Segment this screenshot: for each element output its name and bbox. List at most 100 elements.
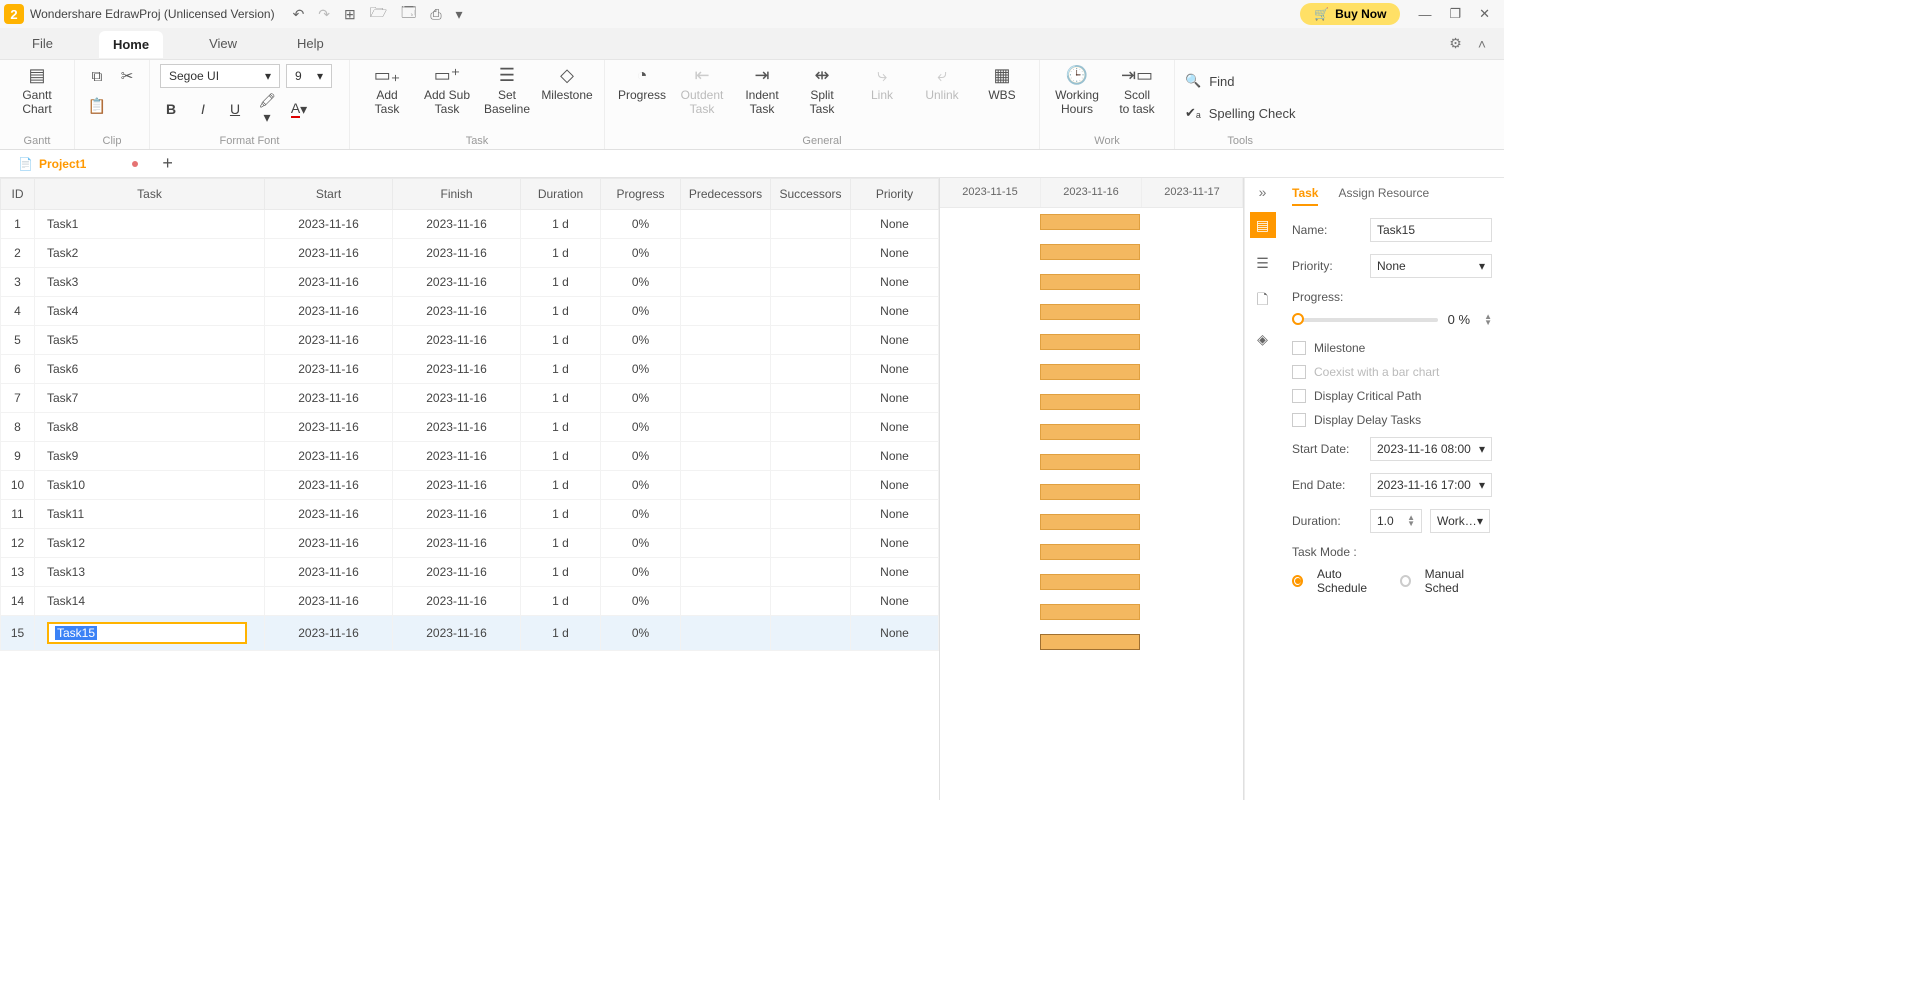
- cell-predecessors[interactable]: [681, 355, 771, 384]
- cell-progress[interactable]: 0%: [601, 500, 681, 529]
- cell-predecessors[interactable]: [681, 442, 771, 471]
- outdent-task-button[interactable]: ⇤Outdent Task: [675, 64, 729, 116]
- cell-progress[interactable]: 0%: [601, 616, 681, 651]
- gantt-bar[interactable]: [1040, 214, 1140, 230]
- cell-progress[interactable]: 0%: [601, 210, 681, 239]
- cell-duration[interactable]: 1 d: [521, 529, 601, 558]
- cell-priority[interactable]: None: [851, 558, 939, 587]
- cell-start[interactable]: 2023-11-16: [265, 587, 393, 616]
- cell-predecessors[interactable]: [681, 471, 771, 500]
- cell-successors[interactable]: [771, 210, 851, 239]
- table-row[interactable]: 11 Task11 2023-11-16 2023-11-16 1 d 0% N…: [1, 500, 939, 529]
- table-row[interactable]: 10 Task10 2023-11-16 2023-11-16 1 d 0% N…: [1, 471, 939, 500]
- cell-predecessors[interactable]: [681, 268, 771, 297]
- cell-id[interactable]: 6: [1, 355, 35, 384]
- cell-duration[interactable]: 1 d: [521, 442, 601, 471]
- cell-priority[interactable]: None: [851, 384, 939, 413]
- cell-successors[interactable]: [771, 558, 851, 587]
- cell-priority[interactable]: None: [851, 326, 939, 355]
- redo-button[interactable]: ↷: [318, 2, 330, 26]
- gantt-bar[interactable]: [1040, 244, 1140, 260]
- cell-task-name[interactable]: Task8: [35, 413, 265, 442]
- cell-progress[interactable]: 0%: [601, 587, 681, 616]
- paste-button[interactable]: 📋: [85, 94, 109, 118]
- bold-button[interactable]: B: [160, 98, 182, 120]
- cell-successors[interactable]: [771, 471, 851, 500]
- col-task[interactable]: Task: [35, 179, 265, 210]
- cell-start[interactable]: 2023-11-16: [265, 268, 393, 297]
- col-successors[interactable]: Successors: [771, 179, 851, 210]
- gantt-row[interactable]: [940, 478, 1243, 508]
- cell-duration[interactable]: 1 d: [521, 471, 601, 500]
- cell-priority[interactable]: None: [851, 239, 939, 268]
- cell-finish[interactable]: 2023-11-16: [393, 297, 521, 326]
- cell-successors[interactable]: [771, 616, 851, 651]
- cell-duration[interactable]: 1 d: [521, 587, 601, 616]
- cell-progress[interactable]: 0%: [601, 326, 681, 355]
- table-row[interactable]: 14 Task14 2023-11-16 2023-11-16 1 d 0% N…: [1, 587, 939, 616]
- save-button[interactable]: 🗔: [401, 2, 416, 26]
- milestone-button[interactable]: ◇Milestone: [540, 64, 594, 102]
- close-button[interactable]: ✕: [1479, 6, 1490, 22]
- gantt-row[interactable]: [940, 238, 1243, 268]
- rail-tag-button[interactable]: ◈: [1250, 326, 1276, 352]
- add-task-button[interactable]: ▭₊Add Task: [360, 64, 414, 116]
- menu-view[interactable]: View: [195, 30, 251, 57]
- gantt-bar[interactable]: [1040, 574, 1140, 590]
- set-baseline-button[interactable]: ☰Set Baseline: [480, 64, 534, 116]
- manual-schedule-radio[interactable]: [1400, 575, 1411, 587]
- auto-schedule-radio[interactable]: [1292, 575, 1303, 587]
- table-row[interactable]: 8 Task8 2023-11-16 2023-11-16 1 d 0% Non…: [1, 413, 939, 442]
- cell-duration[interactable]: 1 d: [521, 297, 601, 326]
- cell-id[interactable]: 11: [1, 500, 35, 529]
- underline-button[interactable]: U: [224, 98, 246, 120]
- cell-progress[interactable]: 0%: [601, 297, 681, 326]
- col-progress[interactable]: Progress: [601, 179, 681, 210]
- col-id[interactable]: ID: [1, 179, 35, 210]
- cell-predecessors[interactable]: [681, 558, 771, 587]
- table-row[interactable]: 13 Task13 2023-11-16 2023-11-16 1 d 0% N…: [1, 558, 939, 587]
- document-tab-project1[interactable]: 📄 Project1: [8, 153, 148, 175]
- cell-progress[interactable]: 0%: [601, 442, 681, 471]
- cell-duration[interactable]: 1 d: [521, 413, 601, 442]
- link-button[interactable]: ⤷Link: [855, 64, 909, 102]
- cell-priority[interactable]: None: [851, 297, 939, 326]
- table-row[interactable]: 15 Task15 2023-11-16 2023-11-16 1 d 0% N…: [1, 616, 939, 651]
- add-sub-task-button[interactable]: ▭⁺Add Sub Task: [420, 64, 474, 116]
- cell-start[interactable]: 2023-11-16: [265, 297, 393, 326]
- cell-progress[interactable]: 0%: [601, 268, 681, 297]
- gantt-bar[interactable]: [1040, 304, 1140, 320]
- gantt-bar[interactable]: [1040, 454, 1140, 470]
- gantt-row[interactable]: [940, 628, 1243, 658]
- col-duration[interactable]: Duration: [521, 179, 601, 210]
- cell-duration[interactable]: 1 d: [521, 616, 601, 651]
- cell-successors[interactable]: [771, 297, 851, 326]
- menu-help[interactable]: Help: [283, 30, 338, 57]
- gantt-bar[interactable]: [1040, 364, 1140, 380]
- prop-start-date-select[interactable]: 2023-11-16 08:00▾: [1370, 437, 1492, 461]
- gantt-row[interactable]: [940, 268, 1243, 298]
- gantt-chart-button[interactable]: ▤ Gantt Chart: [10, 64, 64, 116]
- cell-priority[interactable]: None: [851, 442, 939, 471]
- slider-knob[interactable]: [1292, 313, 1304, 325]
- progress-slider[interactable]: [1292, 318, 1438, 322]
- menu-home[interactable]: Home: [99, 31, 163, 58]
- cell-start[interactable]: 2023-11-16: [265, 442, 393, 471]
- cell-start[interactable]: 2023-11-16: [265, 529, 393, 558]
- prop-duration-input[interactable]: 1.0▲▼: [1370, 509, 1422, 533]
- minimize-button[interactable]: —: [1418, 6, 1431, 22]
- unlink-button[interactable]: ⤶Unlink: [915, 64, 969, 102]
- gantt-bar[interactable]: [1040, 274, 1140, 290]
- cell-finish[interactable]: 2023-11-16: [393, 355, 521, 384]
- cell-predecessors[interactable]: [681, 413, 771, 442]
- cell-successors[interactable]: [771, 413, 851, 442]
- cell-successors[interactable]: [771, 239, 851, 268]
- cut-button[interactable]: ✂: [115, 64, 139, 88]
- cell-finish[interactable]: 2023-11-16: [393, 616, 521, 651]
- cell-id[interactable]: 10: [1, 471, 35, 500]
- cell-task-name[interactable]: Task14: [35, 587, 265, 616]
- maximize-button[interactable]: ❐: [1449, 6, 1461, 22]
- italic-button[interactable]: I: [192, 98, 214, 120]
- cell-finish[interactable]: 2023-11-16: [393, 558, 521, 587]
- cell-successors[interactable]: [771, 384, 851, 413]
